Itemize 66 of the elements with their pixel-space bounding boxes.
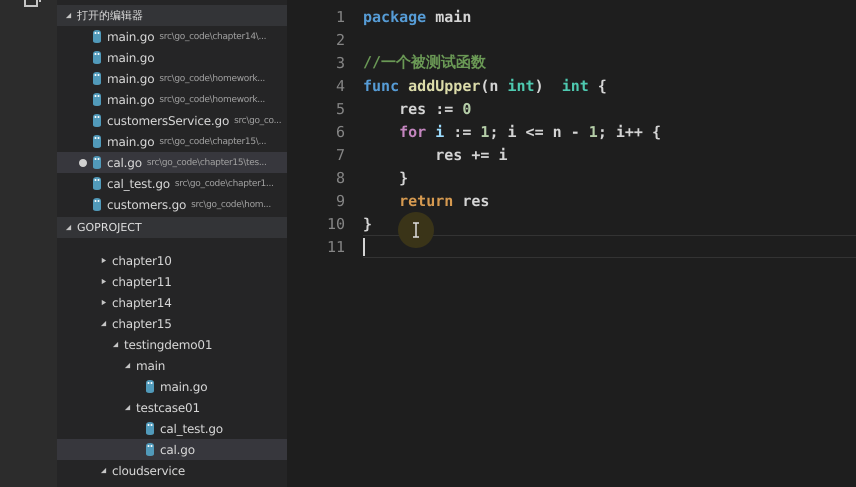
line-number: 3 [334, 54, 345, 72]
line-number: 4 [334, 76, 345, 94]
go-file-icon [92, 135, 102, 148]
open-editor-item[interactable]: cal_test.go src\go_code\chapter1... [57, 173, 287, 194]
go-file-icon [92, 93, 102, 106]
code-line: } [363, 214, 372, 234]
expanded-caret-icon[interactable] [112, 341, 119, 348]
go-file-icon [145, 422, 155, 435]
open-editor-item[interactable]: customers.go src\go_code\hom... [57, 194, 287, 215]
tree-item[interactable]: chapter11 [57, 271, 287, 292]
go-file-icon [92, 114, 102, 127]
go-file-icon [145, 443, 155, 456]
tree-item[interactable]: main [57, 355, 287, 376]
tree-item[interactable]: testcase01 [57, 397, 287, 418]
code-line: res += i [434, 144, 508, 166]
go-file-icon [92, 198, 102, 211]
code-line: //一个被测试函数 [363, 52, 486, 73]
tree-item[interactable]: chapter14 [57, 292, 287, 313]
open-editor-item[interactable]: main.go [57, 47, 287, 68]
line-number: 1 [334, 8, 345, 26]
code-line: package main [363, 6, 472, 28]
expanded-caret-icon[interactable] [65, 12, 72, 19]
open-editor-item[interactable]: main.go src\go_code\homework... [57, 68, 287, 89]
expanded-caret-icon[interactable] [65, 224, 72, 231]
open-editor-item[interactable]: cal.go src\go_code\chapter15\tes... [57, 152, 287, 173]
expanded-caret-icon[interactable] [124, 404, 131, 411]
text-cursor [363, 238, 365, 256]
expanded-caret-icon[interactable] [100, 467, 107, 474]
open-editor-item[interactable]: main.go src\go_code\chapter14\... [57, 26, 287, 47]
line-number: 8 [334, 168, 345, 186]
go-file-icon [92, 177, 102, 190]
line-number: 2 [334, 30, 345, 48]
collapsed-caret-icon[interactable] [100, 299, 107, 306]
code-line: res := 0 [398, 98, 472, 120]
line-number: 10 [326, 214, 345, 232]
collapsed-caret-icon[interactable] [100, 278, 107, 285]
section-header[interactable]: GOPROJECT [57, 217, 287, 238]
line-number: 7 [334, 146, 345, 164]
tree-item[interactable]: chapter15 [57, 313, 287, 334]
tree-item[interactable]: cal_test.go [57, 418, 287, 439]
open-editor-item[interactable]: customersService.go src\go_co... [57, 110, 287, 131]
tree-item[interactable]: cloudservice [57, 460, 287, 481]
go-file-icon [92, 72, 102, 85]
explorer-icon[interactable] [24, 0, 42, 8]
tree-item[interactable]: main.go [57, 376, 287, 397]
go-file-icon [92, 51, 102, 64]
code-line: return res [398, 190, 490, 212]
expanded-caret-icon[interactable] [100, 320, 107, 327]
code-line: } [398, 168, 408, 188]
go-file-icon [92, 30, 102, 43]
tree-item[interactable]: chapter10 [57, 250, 287, 271]
collapsed-caret-icon[interactable] [100, 257, 107, 264]
tree-item[interactable]: testingdemo01 [57, 334, 287, 355]
open-editor-item[interactable]: main.go src\go_code\homework... [57, 89, 287, 110]
line-number: 9 [334, 192, 345, 210]
code-line: for i := 1; i <= n - 1; i++ { [398, 122, 662, 142]
tree-item[interactable]: cal.go [57, 439, 287, 460]
line-number: 5 [334, 100, 345, 118]
go-file-icon [92, 156, 102, 169]
expanded-caret-icon[interactable] [124, 362, 131, 369]
line-number: 11 [326, 238, 345, 256]
section-header[interactable]: 打开的编辑器 [57, 5, 287, 26]
code-line: func addUpper(n int) int { [363, 76, 607, 96]
line-number: 6 [334, 122, 345, 140]
open-editor-item[interactable]: main.go src\go_code\chapter15\... [57, 131, 287, 152]
go-file-icon [145, 380, 155, 393]
